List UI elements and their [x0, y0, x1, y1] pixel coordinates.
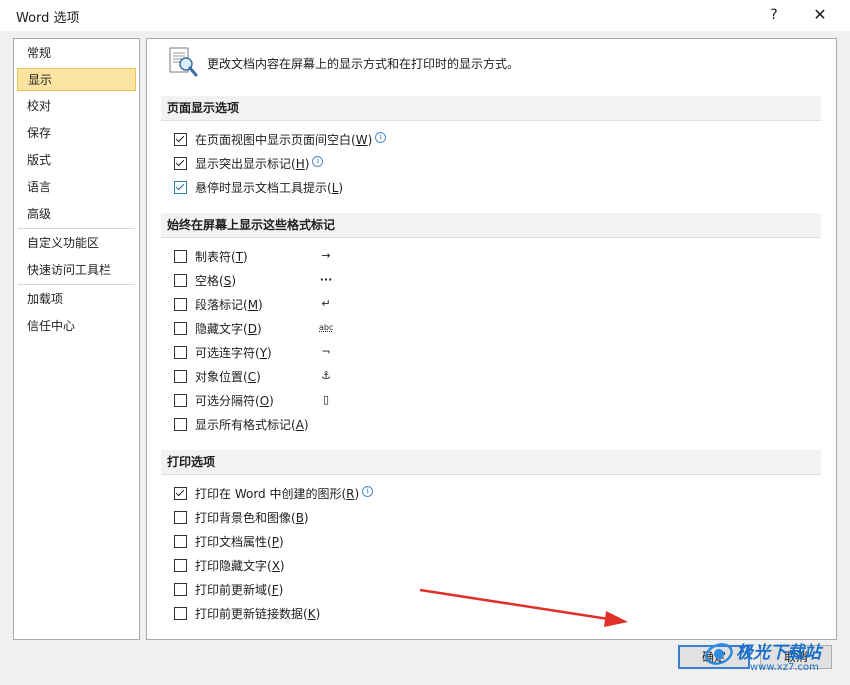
sidebar-item-customize-ribbon[interactable]: 自定义功能区 [17, 232, 136, 255]
sidebar-item-addins[interactable]: 加载项 [17, 288, 136, 311]
options-sidebar: 常规 显示 校对 保存 版式 语言 高级 自定义功能区 快速访问工具栏 加载项 … [13, 38, 140, 640]
print-checkbox-5[interactable] [174, 606, 187, 620]
tab-arrow-icon: → [321, 249, 331, 262]
hidden-text-icon: abc [319, 323, 334, 332]
section-heading-page-display: 页面显示选项 [161, 96, 821, 121]
info-icon[interactable]: i [312, 156, 324, 167]
print-option-0[interactable]: 打印在 Word 中创建的图形(R) i [174, 483, 374, 503]
print-checkbox-3[interactable] [174, 558, 187, 572]
print-checkbox-4[interactable] [174, 582, 187, 596]
format-marks-option-7[interactable]: 显示所有格式标记(A) [174, 414, 309, 434]
format-marks-label-3: 隐藏文字(D) [195, 321, 262, 336]
format-marks-checkbox-4[interactable] [174, 345, 187, 359]
page-display-option-1[interactable]: 显示突出显示标记(H) i [174, 153, 324, 173]
sidebar-divider [18, 228, 135, 229]
watermark: 极光下载站 www.xz7.com [702, 636, 850, 685]
page-display-label-1: 显示突出显示标记(H) [195, 156, 310, 171]
page-display-checkbox-1[interactable] [174, 156, 187, 170]
page-display-option-2[interactable]: 悬停时显示文档工具提示(L) [174, 177, 343, 197]
sidebar-item-advanced[interactable]: 高级 [17, 203, 136, 226]
page-display-option-0[interactable]: 在页面视图中显示页面间空白(W) i [174, 129, 387, 149]
print-label-4: 打印前更新域(F) [195, 582, 284, 597]
format-marks-checkbox-6[interactable] [174, 393, 187, 407]
format-marks-checkbox-2[interactable] [174, 297, 187, 311]
print-label-0: 打印在 Word 中创建的图形(R) [195, 486, 360, 501]
page-display-checkbox-2[interactable] [174, 180, 187, 194]
sidebar-divider [18, 284, 135, 285]
format-marks-label-5: 对象位置(C) [195, 369, 261, 384]
format-marks-option-2[interactable]: 段落标记(M) [174, 294, 263, 314]
format-marks-label-7: 显示所有格式标记(A) [195, 417, 309, 432]
format-marks-option-6[interactable]: 可选分隔符(O) [174, 390, 274, 410]
banner-description: 更改文档内容在屏幕上的显示方式和在打印时的显示方式。 [207, 57, 520, 71]
watermark-logo-icon [705, 643, 733, 665]
format-marks-label-0: 制表符(T) [195, 249, 248, 264]
document-magnifier-icon [169, 47, 198, 77]
print-option-3[interactable]: 打印隐藏文字(X) [174, 555, 285, 575]
options-content-panel: 更改文档内容在屏幕上的显示方式和在打印时的显示方式。 页面显示选项 在页面视图中… [146, 38, 837, 640]
page-display-label-0: 在页面视图中显示页面间空白(W) [195, 132, 373, 147]
sidebar-item-language[interactable]: 语言 [17, 176, 136, 199]
format-marks-label-4: 可选连字符(Y) [195, 345, 272, 360]
print-option-4[interactable]: 打印前更新域(F) [174, 579, 283, 599]
print-option-5[interactable]: 打印前更新链接数据(K) [174, 603, 320, 623]
sidebar-item-quick-access-toolbar[interactable]: 快速访问工具栏 [17, 259, 136, 282]
section-heading-format-marks: 始终在屏幕上显示这些格式标记 [161, 213, 821, 238]
anchor-icon: ⚓ [321, 369, 331, 382]
format-marks-checkbox-1[interactable] [174, 273, 187, 287]
close-button[interactable]: ✕ [806, 3, 834, 27]
print-option-1[interactable]: 打印背景色和图像(B) [174, 507, 309, 527]
sidebar-item-display[interactable]: 显示 [17, 68, 136, 91]
format-marks-checkbox-3[interactable] [174, 321, 187, 335]
print-label-1: 打印背景色和图像(B) [195, 510, 309, 525]
title-bar: Word 选项 ? ✕ [0, 0, 850, 32]
format-marks-option-3[interactable]: 隐藏文字(D) [174, 318, 262, 338]
print-checkbox-2[interactable] [174, 534, 187, 548]
print-checkbox-1[interactable] [174, 510, 187, 524]
print-checkbox-0[interactable] [174, 486, 187, 500]
sidebar-item-save[interactable]: 保存 [17, 122, 136, 145]
page-display-label-2: 悬停时显示文档工具提示(L) [195, 180, 344, 195]
section-heading-print: 打印选项 [161, 450, 821, 475]
sidebar-item-trust-center[interactable]: 信任中心 [17, 315, 136, 338]
optional-hyphen-icon: ¬ [321, 345, 331, 358]
help-button[interactable]: ? [762, 3, 786, 27]
print-label-2: 打印文档属性(P) [195, 534, 284, 549]
info-icon[interactable]: i [362, 486, 374, 497]
format-marks-checkbox-7[interactable] [174, 417, 187, 431]
space-dots-icon: ··· [319, 273, 333, 286]
format-marks-option-0[interactable]: 制表符(T) [174, 246, 248, 266]
optional-break-icon: ▯ [322, 393, 330, 406]
info-icon[interactable]: i [375, 132, 387, 143]
watermark-url: www.xz7.com [750, 662, 819, 673]
format-marks-option-4[interactable]: 可选连字符(Y) [174, 342, 272, 362]
format-marks-checkbox-0[interactable] [174, 249, 187, 263]
sidebar-item-proofing[interactable]: 校对 [17, 95, 136, 118]
print-label-3: 打印隐藏文字(X) [195, 558, 285, 573]
sidebar-item-layout[interactable]: 版式 [17, 149, 136, 172]
window-title: Word 选项 [16, 11, 80, 26]
format-marks-option-5[interactable]: 对象位置(C) [174, 366, 261, 386]
watermark-brand: 极光下载站 [736, 643, 821, 663]
format-marks-label-1: 空格(S) [195, 273, 236, 288]
sidebar-item-general[interactable]: 常规 [17, 42, 136, 65]
paragraph-mark-icon: ↵ [321, 297, 331, 310]
format-marks-checkbox-5[interactable] [174, 369, 187, 383]
format-marks-option-1[interactable]: 空格(S) [174, 270, 236, 290]
format-marks-label-6: 可选分隔符(O) [195, 393, 274, 408]
print-option-2[interactable]: 打印文档属性(P) [174, 531, 284, 551]
format-marks-label-2: 段落标记(M) [195, 297, 263, 312]
page-display-checkbox-0[interactable] [174, 132, 187, 146]
print-label-5: 打印前更新链接数据(K) [195, 606, 321, 621]
